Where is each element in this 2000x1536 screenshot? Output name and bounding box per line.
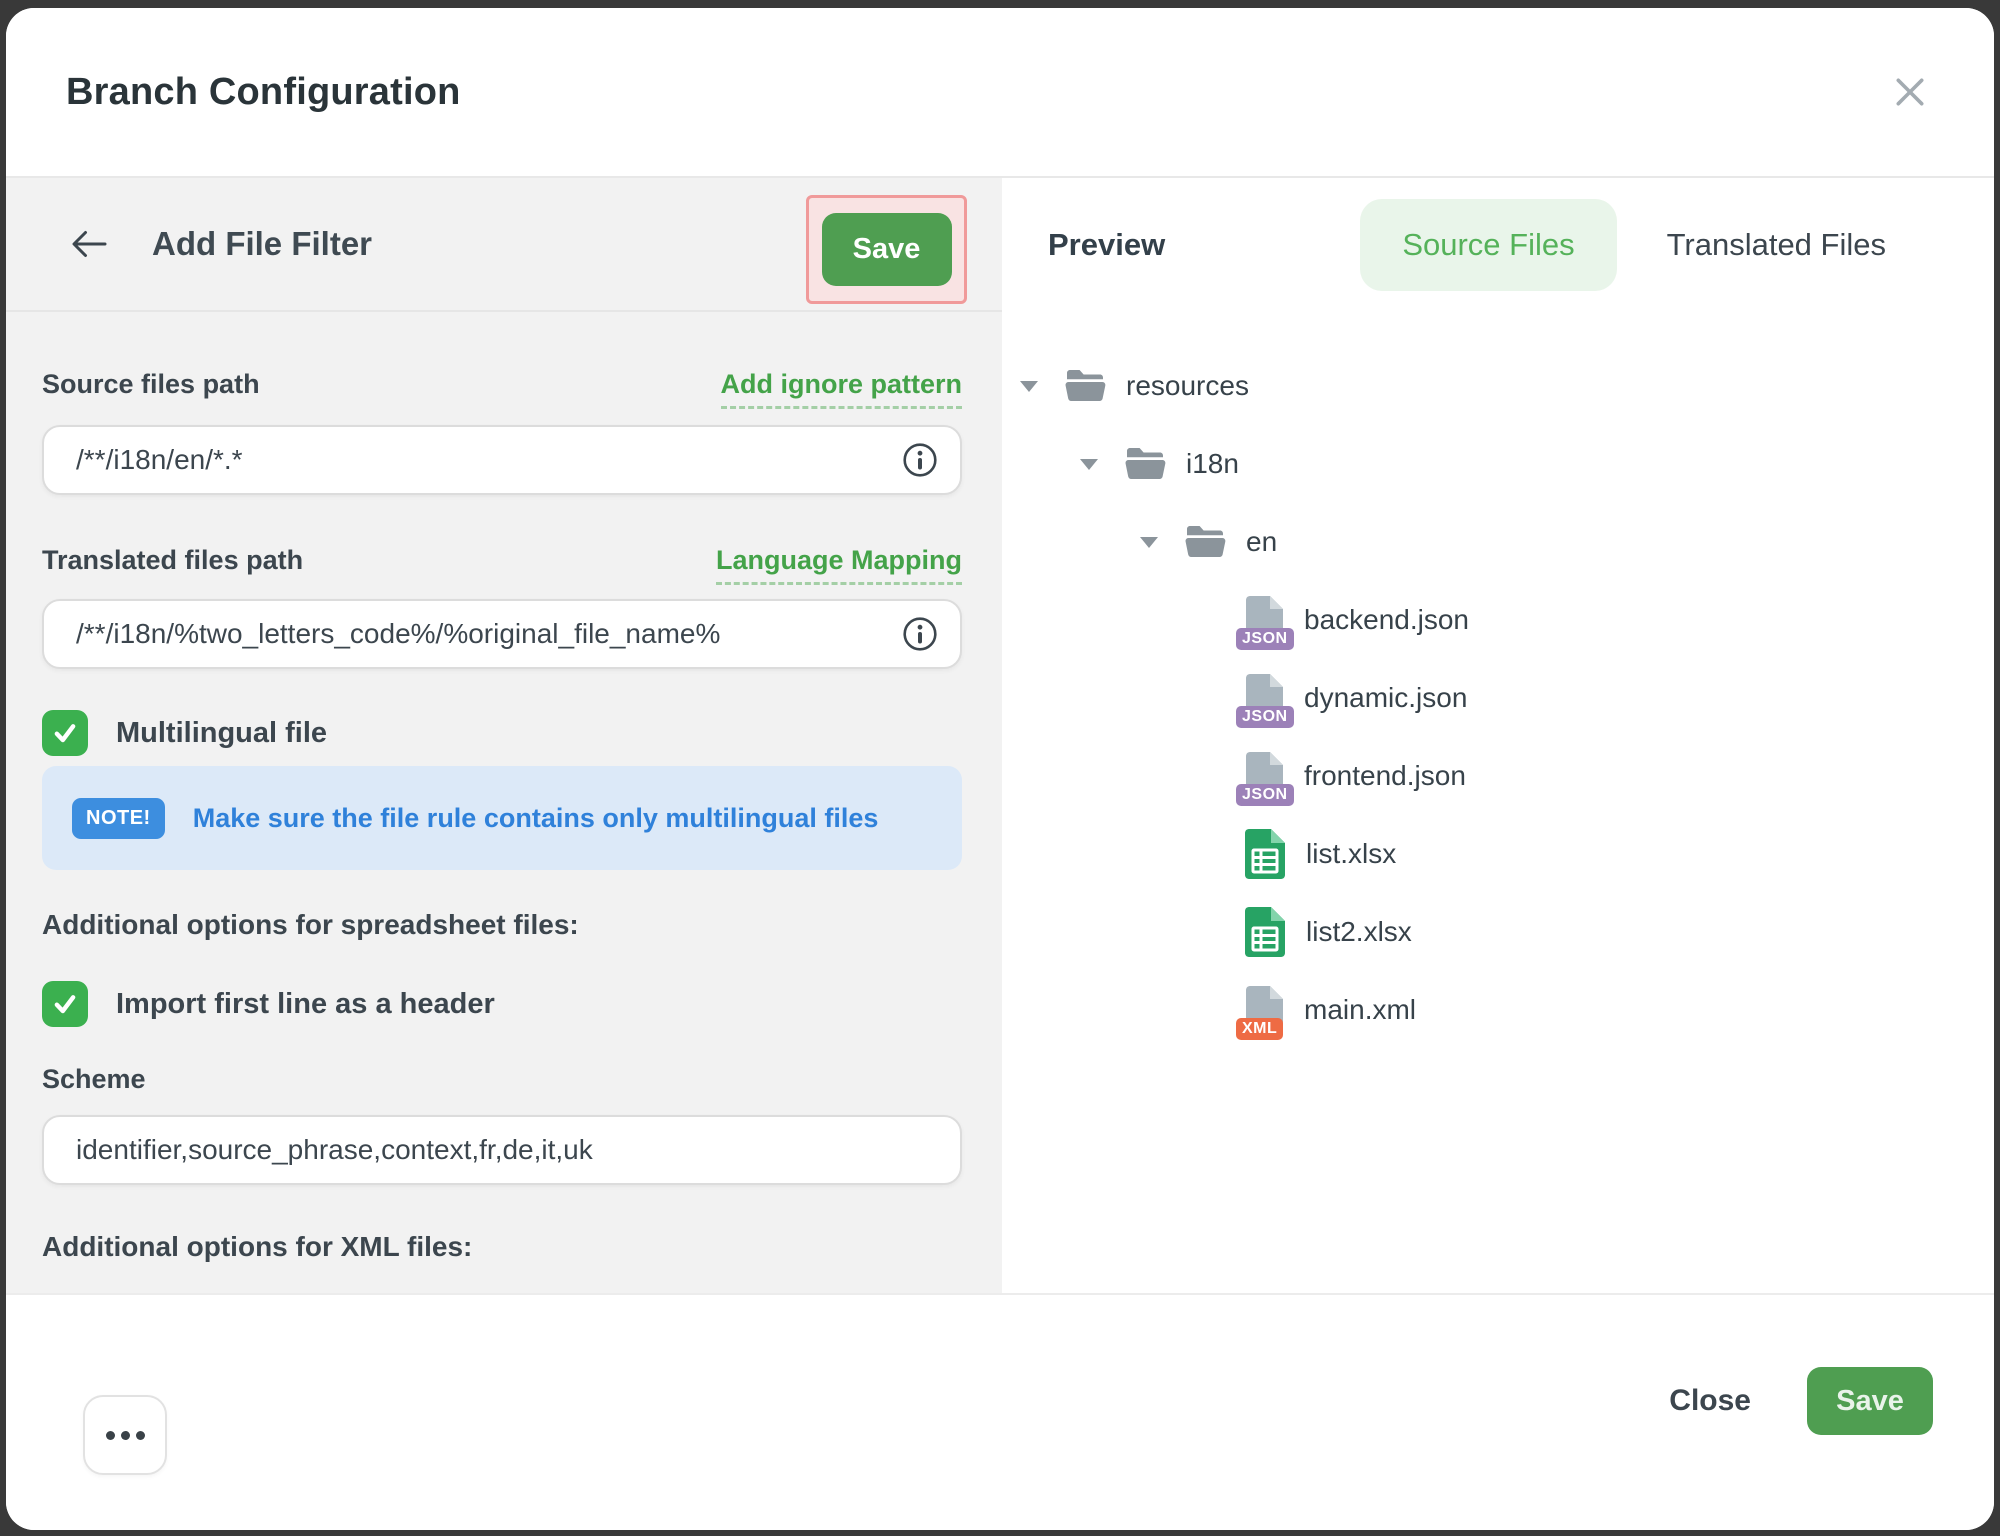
- file-icon-json: JSON: [1244, 595, 1284, 645]
- tree-item-label: resources: [1126, 370, 1249, 402]
- folder-icon: [1064, 369, 1106, 403]
- tree-item-label: main.xml: [1304, 994, 1416, 1026]
- file-icon-xlsx: [1244, 906, 1286, 958]
- file-icon-json: JSON: [1244, 673, 1284, 723]
- footer-actions: Close Save: [1669, 1367, 1933, 1435]
- tab-source-files[interactable]: Source Files: [1360, 199, 1616, 291]
- check-icon: [48, 987, 82, 1021]
- folder-icon: [1184, 525, 1226, 559]
- ellipsis-icon: [106, 1431, 115, 1440]
- info-circle-icon[interactable]: [902, 442, 938, 478]
- folder-icon: [1124, 447, 1166, 481]
- subheader: Add File Filter Save Preview Source File…: [6, 178, 1994, 312]
- preview-bar: Preview Source FilesTranslated Files: [1002, 178, 1994, 312]
- file-icon-xml: XML: [1244, 985, 1284, 1035]
- translated-path-field: [42, 599, 962, 669]
- scheme-label: Scheme: [42, 1064, 962, 1095]
- scheme-field: [42, 1115, 962, 1185]
- tree-item-dynamic.json[interactable]: JSON dynamic.json: [1002, 659, 1994, 737]
- tree-item-en[interactable]: en: [1002, 503, 1994, 581]
- tree-item-label: dynamic.json: [1304, 682, 1467, 714]
- note-text: Make sure the file rule contains only mu…: [193, 803, 879, 834]
- xml-options-heading: Additional options for XML files:: [42, 1231, 962, 1263]
- modal-footer: Close Save: [6, 1293, 1994, 1530]
- file-icon-xlsx: [1244, 828, 1286, 880]
- more-options-button[interactable]: [83, 1395, 167, 1475]
- translated-path-input[interactable]: [42, 599, 962, 669]
- tree-item-label: i18n: [1186, 448, 1239, 480]
- save-filter-button[interactable]: Save: [822, 213, 952, 286]
- source-path-label: Source files path: [42, 369, 260, 400]
- tree-item-label: list2.xlsx: [1306, 916, 1412, 948]
- scheme-input[interactable]: [42, 1115, 962, 1185]
- source-path-field: [42, 425, 962, 495]
- info-circle-icon[interactable]: [902, 616, 938, 652]
- multilingual-checkbox[interactable]: [42, 710, 88, 756]
- tree-item-list2.xlsx[interactable]: list2.xlsx: [1002, 893, 1994, 971]
- back-arrow-icon[interactable]: [70, 178, 108, 310]
- multilingual-note: NOTE! Make sure the file rule contains o…: [42, 766, 962, 870]
- tree-item-label: backend.json: [1304, 604, 1469, 636]
- translated-path-label: Translated files path: [42, 545, 303, 576]
- close-button[interactable]: Close: [1669, 1384, 1751, 1418]
- tab-translated-files[interactable]: Translated Files: [1625, 199, 1928, 291]
- spreadsheet-options-heading: Additional options for spreadsheet files…: [42, 909, 962, 941]
- close-icon[interactable]: [1886, 68, 1934, 116]
- tree-item-label: en: [1246, 526, 1277, 558]
- file-type-badge: JSON: [1236, 784, 1294, 806]
- tree-item-main.xml[interactable]: XML main.xml: [1002, 971, 1994, 1049]
- folder-icon: [1064, 369, 1106, 403]
- source-path-input[interactable]: [42, 425, 962, 495]
- multilingual-row: Multilingual file: [42, 710, 962, 756]
- translated-path-label-row: Translated files path Language Mapping: [42, 545, 962, 585]
- multilingual-label: Multilingual file: [116, 717, 327, 750]
- add-ignore-pattern-link[interactable]: Add ignore pattern: [721, 369, 963, 409]
- tree-item-label: list.xlsx: [1306, 838, 1396, 870]
- file-tree: resources i18n en JSON backend.json JSON dynam…: [1002, 312, 1994, 1049]
- note-badge: NOTE!: [72, 798, 165, 839]
- branch-configuration-modal: Branch Configuration Add File Filter Sav…: [6, 8, 1994, 1530]
- file-type-badge: JSON: [1236, 628, 1294, 650]
- check-icon: [48, 716, 82, 750]
- language-mapping-link[interactable]: Language Mapping: [716, 545, 962, 585]
- file-icon-json: JSON: [1244, 751, 1284, 801]
- tree-item-resources[interactable]: resources: [1002, 347, 1994, 425]
- import-header-row: Import first line as a header: [42, 981, 962, 1027]
- folder-icon: [1124, 447, 1166, 481]
- preview-tabs: Source FilesTranslated Files: [1360, 199, 1928, 291]
- folder-icon: [1184, 525, 1226, 559]
- source-path-label-row: Source files path Add ignore pattern: [42, 369, 962, 409]
- spreadsheet-icon: [1244, 828, 1286, 880]
- save-button[interactable]: Save: [1807, 1367, 1933, 1435]
- page-title: Branch Configuration: [66, 71, 461, 114]
- tree-item-list.xlsx[interactable]: list.xlsx: [1002, 815, 1994, 893]
- preview-panel: resources i18n en JSON backend.json JSON dynam…: [1002, 312, 1994, 1293]
- tree-item-backend.json[interactable]: JSON backend.json: [1002, 581, 1994, 659]
- file-filter-form: Source files path Add ignore pattern Tra…: [6, 312, 1002, 1293]
- tree-item-i18n[interactable]: i18n: [1002, 425, 1994, 503]
- tree-item-label: frontend.json: [1304, 760, 1466, 792]
- file-type-badge: XML: [1236, 1018, 1283, 1040]
- caret-down-icon[interactable]: [1140, 537, 1158, 548]
- filter-bar: Add File Filter Save: [6, 178, 1002, 312]
- preview-heading: Preview: [1048, 227, 1165, 263]
- caret-down-icon[interactable]: [1080, 459, 1098, 470]
- modal-header: Branch Configuration: [6, 8, 1994, 178]
- filter-heading: Add File Filter: [152, 225, 372, 263]
- caret-down-icon[interactable]: [1020, 381, 1038, 392]
- import-header-checkbox[interactable]: [42, 981, 88, 1027]
- import-header-label: Import first line as a header: [116, 988, 495, 1021]
- file-type-badge: JSON: [1236, 706, 1294, 728]
- save-button-highlight: Save: [806, 195, 967, 304]
- spreadsheet-icon: [1244, 906, 1286, 958]
- tree-item-frontend.json[interactable]: JSON frontend.json: [1002, 737, 1994, 815]
